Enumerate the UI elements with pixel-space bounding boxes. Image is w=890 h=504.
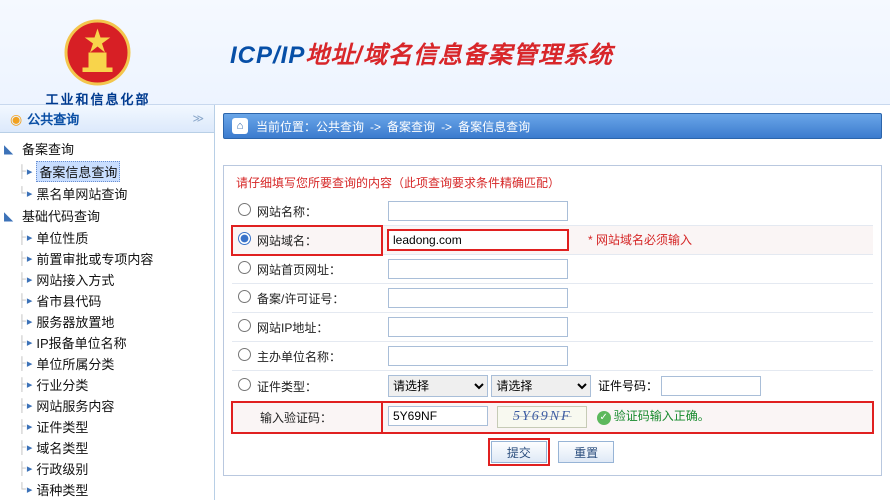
tree-item[interactable]: ├▸服务器放置地	[0, 311, 214, 332]
arrow-icon: ◣	[4, 142, 18, 156]
tree-item[interactable]: ├▸备案信息查询	[0, 160, 214, 183]
arrow-icon: ▸	[27, 483, 33, 496]
system-title: ICP/IP地址/域名信息备案管理系统	[230, 35, 613, 70]
radio-license[interactable]	[238, 290, 251, 303]
label-cert-no: 证件号码：	[598, 379, 658, 393]
tree-item[interactable]: ├▸证件类型	[0, 416, 214, 437]
breadcrumb-sep: ->	[441, 120, 452, 134]
input-license[interactable]	[388, 288, 568, 308]
input-captcha[interactable]	[388, 406, 488, 426]
app-header: 工业和信息化部 ICP/IP地址/域名信息备案管理系统	[0, 0, 890, 105]
arrow-icon: ▸	[27, 231, 33, 244]
national-emblem: 工业和信息化部	[60, 15, 135, 90]
tree-item[interactable]: ├▸省市县代码	[0, 290, 214, 311]
sidebar-section-title: 公共查询	[27, 112, 79, 127]
arrow-icon: ▸	[27, 357, 33, 370]
home-icon[interactable]: ⌂	[232, 118, 248, 134]
radio-site-domain[interactable]	[238, 232, 251, 245]
input-homepage[interactable]	[388, 259, 568, 279]
tree-item[interactable]: └▸黑名单网站查询	[0, 183, 214, 204]
tree-group[interactable]: ◣基础代码查询	[0, 204, 214, 227]
arrow-icon: ◣	[4, 209, 18, 223]
nav-tree: ◣备案查询├▸备案信息查询└▸黑名单网站查询◣基础代码查询├▸单位性质├▸前置审…	[0, 133, 214, 504]
select-cert-type-1[interactable]: 请选择	[388, 375, 488, 397]
tree-item[interactable]: ├▸前置审批或专项内容	[0, 248, 214, 269]
label-captcha: 输入验证码：	[260, 411, 332, 425]
org-name: 工业和信息化部	[38, 89, 158, 108]
tree-item[interactable]: ├▸行政级别	[0, 458, 214, 479]
arrow-icon: ▸	[27, 294, 33, 307]
tree-item[interactable]: └▸语种类型	[0, 479, 214, 500]
collapse-icon[interactable]: ≫	[192, 112, 204, 125]
submit-button[interactable]: 提交	[491, 441, 547, 463]
arrow-icon: ▸	[27, 315, 33, 328]
label-license: 备案/许可证号：	[257, 292, 344, 306]
radio-homepage[interactable]	[238, 261, 251, 274]
radio-ip[interactable]	[238, 319, 251, 332]
captcha-status: ✓验证码输入正确。	[597, 409, 710, 423]
label-cert-type: 证件类型：	[257, 380, 317, 394]
tree-item[interactable]: ├▸域名类型	[0, 437, 214, 458]
tree-item[interactable]: ├▸行业分类	[0, 374, 214, 395]
label-site-name: 网站名称：	[257, 205, 317, 219]
tree-item[interactable]: ├▸网站服务内容	[0, 395, 214, 416]
radio-site-name[interactable]	[238, 203, 251, 216]
tree-item[interactable]: ├▸单位性质	[0, 227, 214, 248]
tree-item[interactable]: ├▸网站接入方式	[0, 269, 214, 290]
check-icon: ✓	[597, 411, 611, 425]
arrow-icon: ▸	[27, 420, 33, 433]
breadcrumb-item[interactable]: 备案信息查询	[458, 120, 530, 134]
arrow-icon: ▸	[27, 187, 33, 200]
arrow-icon: ▸	[27, 273, 33, 286]
tree-item[interactable]: ├▸单位所属分类	[0, 353, 214, 374]
breadcrumb-prefix: 当前位置：	[256, 120, 316, 134]
form-instruction: 请仔细填写您所要查询的内容（此项查询要求条件精确匹配）	[236, 174, 873, 191]
sidebar: ◉公共查询 ≫ ◣备案查询├▸备案信息查询└▸黑名单网站查询◣基础代码查询├▸单…	[0, 105, 215, 500]
input-cert-no[interactable]	[661, 376, 761, 396]
radio-cert-type[interactable]	[238, 378, 251, 391]
arrow-icon: ▸	[27, 462, 33, 475]
radio-sponsor[interactable]	[238, 348, 251, 361]
breadcrumb-item[interactable]: 备案查询	[387, 120, 435, 134]
required-note: * 网站域名必须输入	[588, 233, 692, 247]
reset-button[interactable]: 重置	[558, 441, 614, 463]
sidebar-section-header[interactable]: ◉ 公共查询 ≫	[0, 105, 214, 133]
input-site-domain[interactable]	[388, 230, 568, 250]
main-panel: ⌂ 当前位置：公共查询 -> 备案查询 -> 备案信息查询 请仔细填写您所要查询的内容（…	[215, 105, 890, 500]
arrow-icon: ▸	[27, 165, 33, 178]
arrow-icon: ▸	[27, 336, 33, 349]
arrow-icon: ▸	[27, 252, 33, 265]
captcha-image[interactable]: 5Y69NF	[497, 406, 587, 428]
label-site-domain: 网站域名：	[257, 234, 317, 248]
label-sponsor: 主办单位名称：	[257, 350, 341, 364]
arrow-icon: ▸	[27, 441, 33, 454]
arrow-icon: ▸	[27, 399, 33, 412]
select-cert-type-2[interactable]: 请选择	[491, 375, 591, 397]
input-ip[interactable]	[388, 317, 568, 337]
label-ip: 网站IP地址：	[257, 321, 328, 335]
bullet-icon: ◉	[10, 111, 22, 127]
input-sponsor[interactable]	[388, 346, 568, 366]
query-form: 请仔细填写您所要查询的内容（此项查询要求条件精确匹配） 网站名称： 网站域名： …	[223, 165, 882, 476]
label-homepage: 网站首页网址：	[257, 263, 341, 277]
breadcrumb-sep: ->	[370, 120, 381, 134]
breadcrumb-item[interactable]: 公共查询	[316, 120, 364, 134]
input-site-name[interactable]	[388, 201, 568, 221]
arrow-icon: ▸	[27, 378, 33, 391]
breadcrumb: ⌂ 当前位置：公共查询 -> 备案查询 -> 备案信息查询	[223, 113, 882, 139]
tree-item[interactable]: ├▸IP报备单位名称	[0, 332, 214, 353]
tree-group[interactable]: ◣备案查询	[0, 137, 214, 160]
